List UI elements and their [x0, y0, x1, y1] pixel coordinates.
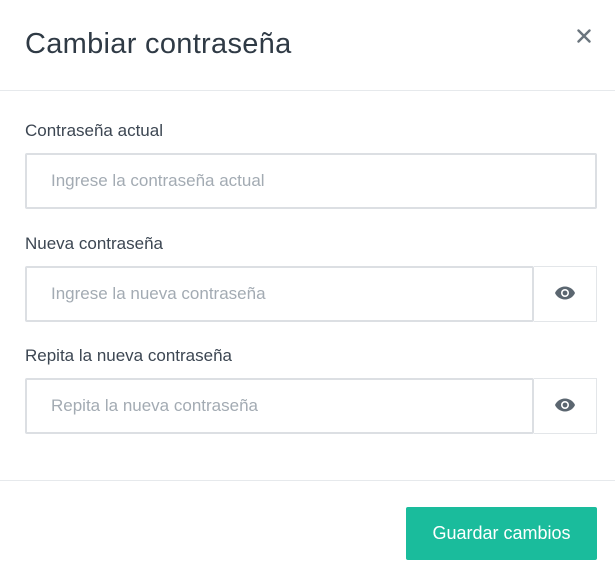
current-password-input[interactable] — [25, 153, 597, 209]
modal-footer: Guardar cambios — [0, 480, 615, 581]
modal-header: Cambiar contraseña — [0, 0, 615, 91]
change-password-modal: Cambiar contraseña Contraseña actual Nue… — [0, 0, 615, 581]
eye-icon — [554, 285, 576, 304]
close-button[interactable] — [573, 24, 595, 50]
modal-title: Cambiar contraseña — [25, 28, 292, 60]
save-changes-button[interactable]: Guardar cambios — [406, 507, 597, 560]
toggle-repeat-password-visibility-button[interactable] — [534, 378, 597, 434]
new-password-label: Nueva contraseña — [25, 234, 163, 253]
repeat-password-input[interactable] — [25, 378, 534, 434]
close-icon — [577, 28, 591, 46]
repeat-password-label: Repita la nueva contraseña — [25, 346, 232, 365]
toggle-new-password-visibility-button[interactable] — [534, 266, 597, 322]
eye-icon — [554, 397, 576, 416]
new-password-input[interactable] — [25, 266, 534, 322]
current-password-label: Contraseña actual — [25, 121, 163, 140]
